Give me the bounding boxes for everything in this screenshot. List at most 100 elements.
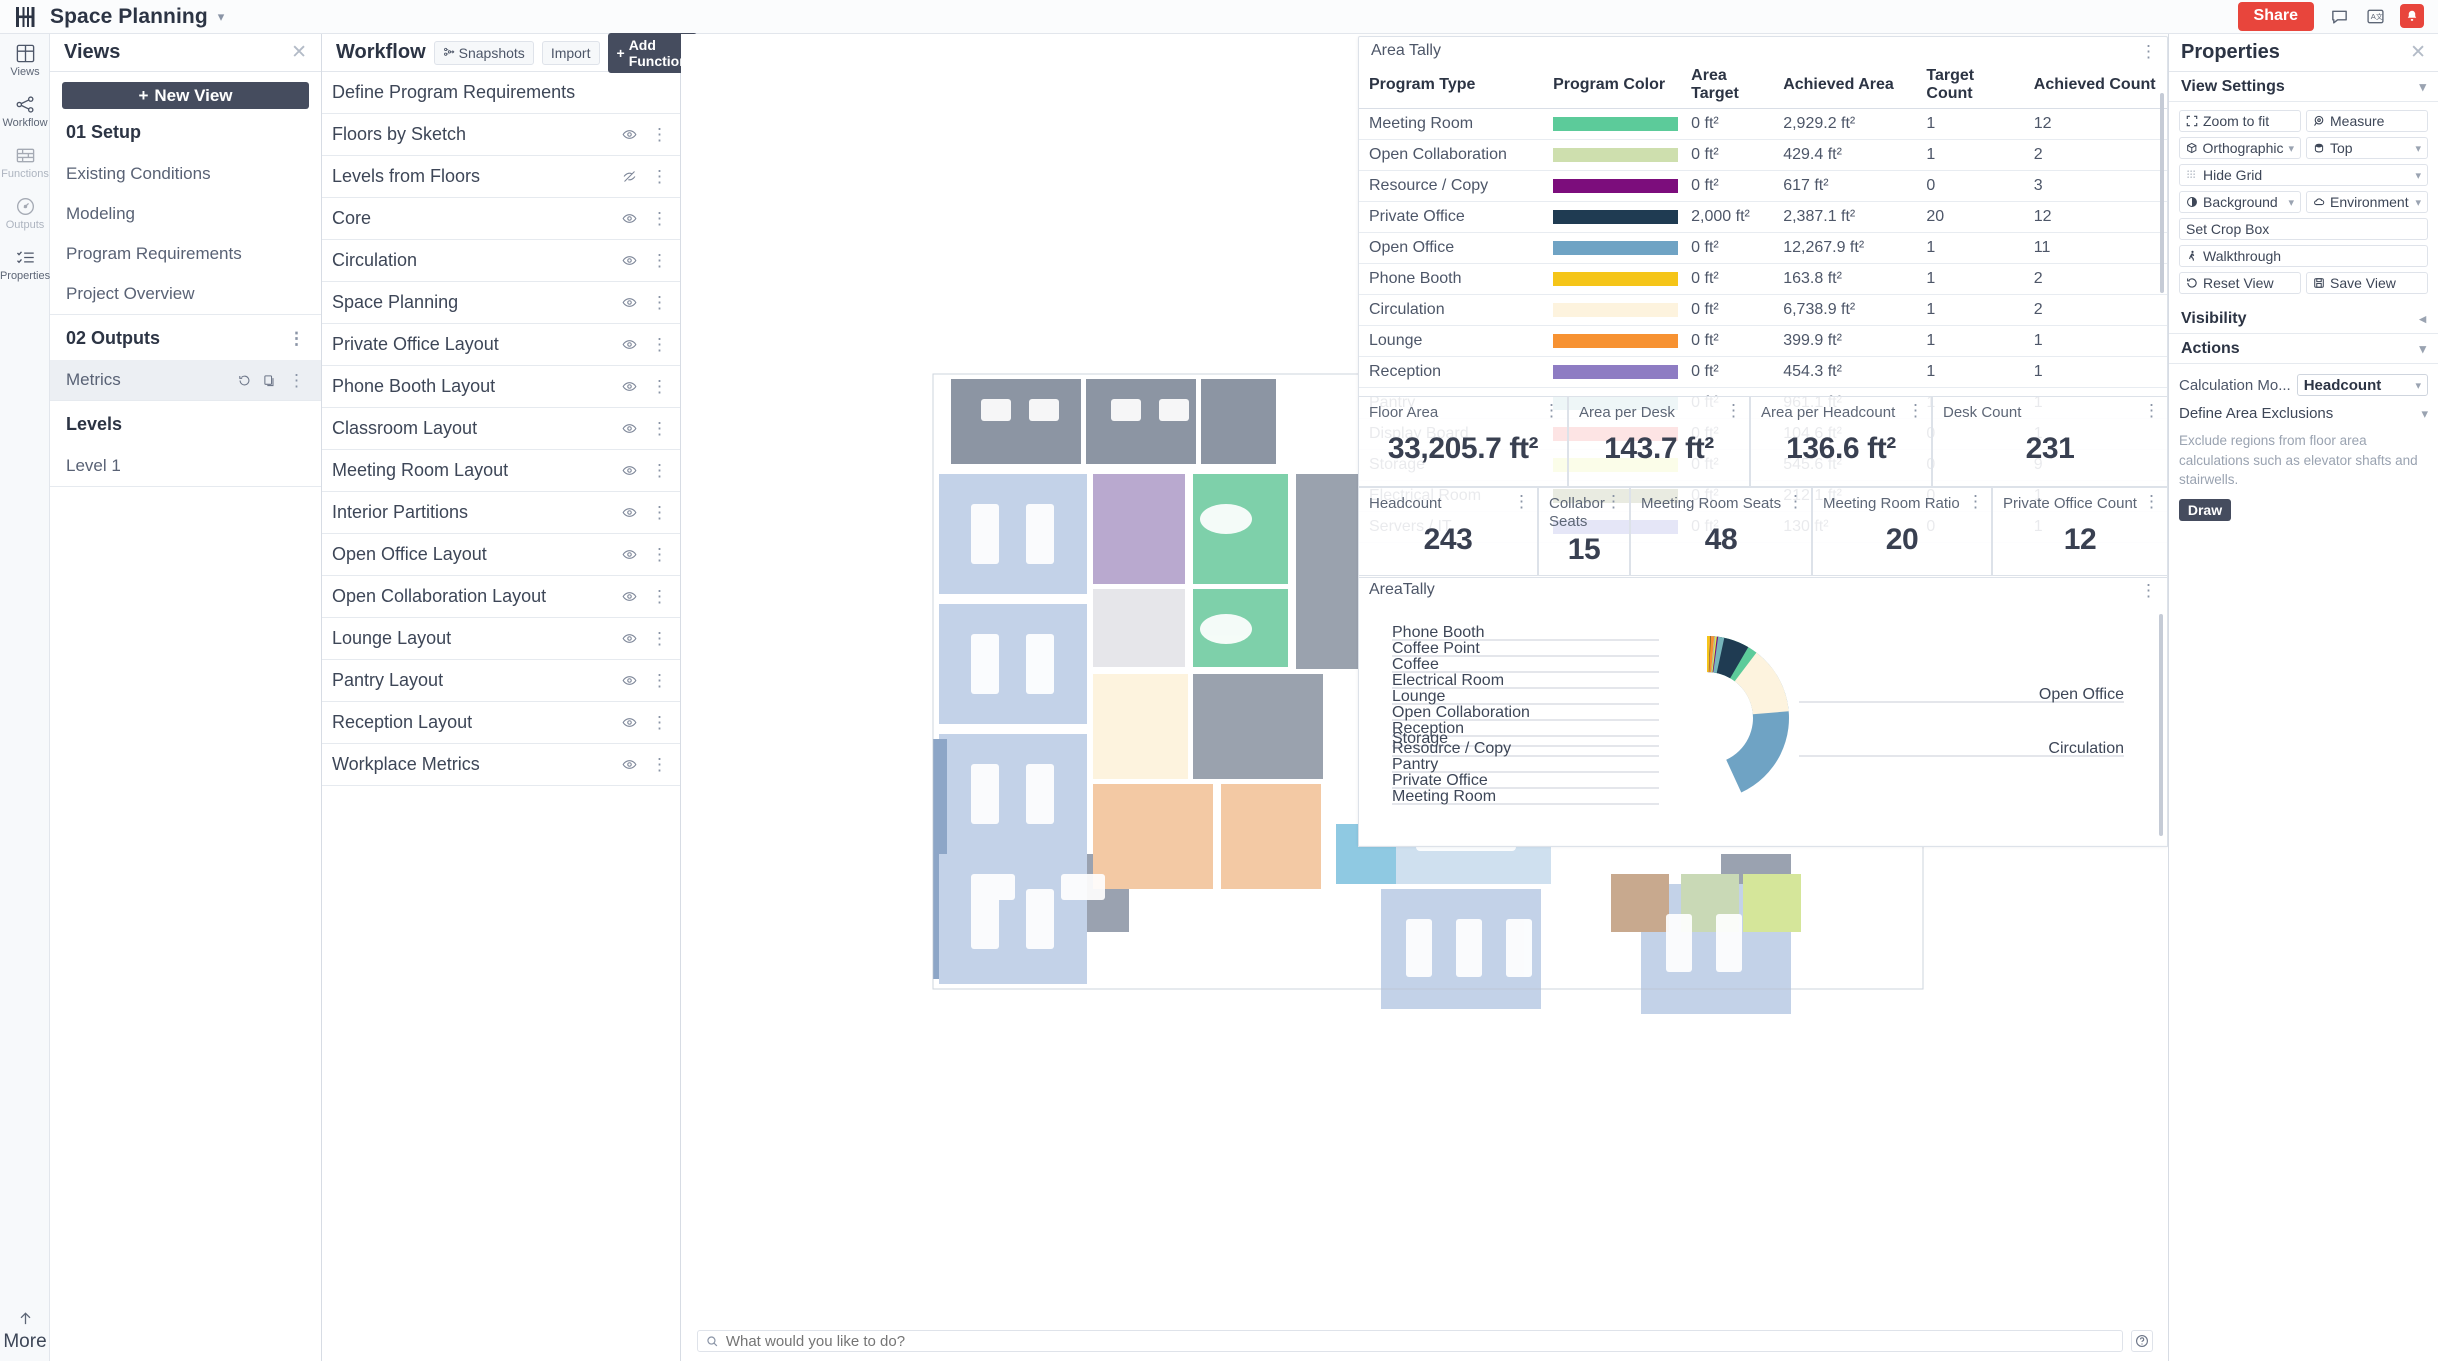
sidebar-item-views[interactable]: Views [0,34,50,85]
eye-icon[interactable] [622,631,637,646]
table-row[interactable]: Phone Booth 0 ft² 163.8 ft² 1 2 [1359,263,2167,295]
area-tally-scrollbar[interactable] [2160,93,2164,293]
eye-icon[interactable] [622,715,637,730]
table-row[interactable]: Open Collaboration 0 ft² 429.4 ft² 1 2 [1359,139,2167,171]
kebab-icon[interactable]: ⋮ [651,126,668,143]
metric-card-desk-count[interactable]: Desk Count 231 ⋮ [1932,396,2168,487]
kebab-icon[interactable]: ⋮ [2140,43,2157,60]
kebab-icon[interactable]: ⋮ [288,330,305,347]
table-row[interactable]: Circulation 0 ft² 6,738.9 ft² 1 2 [1359,294,2167,326]
camera-view-dropdown[interactable]: Top ▾ [2306,137,2428,159]
kebab-icon[interactable]: ⋮ [651,252,668,269]
sidebar-item-outputs[interactable]: Outputs [0,187,50,238]
kebab-icon[interactable]: ⋮ [1605,493,1622,510]
workflow-item-open-office-layout[interactable]: Open Office Layout ⋮ [322,534,680,576]
eye-icon[interactable] [622,547,637,562]
sidebar-item-more[interactable]: More [0,1309,50,1353]
comment-icon[interactable] [2328,5,2350,27]
kebab-icon[interactable]: ⋮ [651,756,668,773]
projection-dropdown[interactable]: Orthographic ▾ [2179,137,2301,159]
kebab-icon[interactable]: ⋮ [651,462,668,479]
view-item-project-overview[interactable]: Project Overview [62,274,309,314]
translate-icon[interactable]: A 文 [2364,5,2386,27]
kebab-icon[interactable]: ⋮ [651,294,668,311]
workflow-item-pantry-layout[interactable]: Pantry Layout ⋮ [322,660,680,702]
walkthrough-button[interactable]: Walkthrough [2179,245,2428,267]
donut-chart[interactable]: Phone BoothCoffee PointCoffeeElectrical … [1359,602,2168,847]
table-row[interactable]: Private Office 2,000 ft² 2,387.1 ft² 20 … [1359,201,2167,233]
eye-icon[interactable] [622,757,637,772]
chart-scrollbar[interactable] [2159,614,2163,836]
kebab-icon[interactable]: ⋮ [651,504,668,521]
eye-icon[interactable] [622,673,637,688]
history-icon[interactable] [238,374,251,387]
new-view-button[interactable]: + New View [62,82,309,109]
kebab-icon[interactable]: ⋮ [651,210,668,227]
help-button[interactable] [2131,1330,2153,1352]
background-dropdown[interactable]: Background ▾ [2179,191,2301,213]
snapshots-button[interactable]: Snapshots [433,40,534,65]
kebab-icon[interactable]: ⋮ [2140,582,2157,599]
sidebar-item-properties[interactable]: Properties [0,238,50,289]
eye-icon[interactable] [622,379,637,394]
actions-section-header[interactable]: Actions ▾ [2169,334,2438,364]
chevron-down-icon[interactable]: ▾ [218,9,225,25]
kebab-icon[interactable]: ⋮ [651,168,668,185]
table-row[interactable]: Lounge 0 ft² 399.9 ft² 1 1 [1359,325,2167,357]
eye-icon[interactable] [622,589,637,604]
hide-grid-dropdown[interactable]: Hide Grid ▾ [2179,164,2428,186]
close-icon[interactable]: ✕ [291,43,307,62]
table-row[interactable]: Reception 0 ft² 454.3 ft² 1 1 [1359,356,2167,388]
kebab-icon[interactable]: ⋮ [1725,402,1742,419]
measure-button[interactable]: Measure [2306,110,2428,132]
table-row[interactable]: Resource / Copy 0 ft² 617 ft² 0 3 [1359,170,2167,202]
workflow-item-levels-from-floors[interactable]: Levels from Floors ⋮ [322,156,680,198]
eye-off-icon[interactable] [622,169,637,184]
draw-button[interactable]: Draw [2179,498,2231,521]
chevron-down-icon[interactable]: ▾ [2421,406,2428,422]
workflow-item-interior-partitions[interactable]: Interior Partitions ⋮ [322,492,680,534]
hypar-logo-icon[interactable] [0,6,50,28]
kebab-icon[interactable]: ⋮ [1513,493,1530,510]
kebab-icon[interactable]: ⋮ [1543,402,1560,419]
sidebar-item-functions[interactable]: Functions [0,136,50,187]
environment-dropdown[interactable]: Environment ▾ [2306,191,2428,213]
workflow-item-core[interactable]: Core ⋮ [322,198,680,240]
notification-avatar[interactable] [2400,4,2424,29]
view-item-metrics[interactable]: Metrics ⋮ [50,360,321,400]
table-row[interactable]: Meeting Room 0 ft² 2,929.2 ft² 1 12 [1359,108,2167,140]
define-area-exclusions-header[interactable]: Define Area Exclusions ▾ [2179,405,2428,422]
kebab-icon[interactable]: ⋮ [651,672,668,689]
metric-card-meeting-room-seats[interactable]: Meeting Room Seats 48 ⋮ [1630,487,1812,576]
import-button[interactable]: Import [541,40,600,65]
workflow-item-workplace-metrics[interactable]: Workplace Metrics ⋮ [322,744,680,786]
view-settings-section-header[interactable]: View Settings ▾ [2169,72,2438,102]
metric-card-floor-area[interactable]: Floor Area 33,205.7 ft² ⋮ [1358,396,1568,487]
eye-icon[interactable] [622,337,637,352]
kebab-icon[interactable]: ⋮ [651,420,668,437]
kebab-icon[interactable]: ⋮ [1967,493,1984,510]
reset-view-button[interactable]: Reset View [2179,272,2301,294]
set-crop-box-button[interactable]: Set Crop Box [2179,218,2428,240]
metric-card-area-per-headcount[interactable]: Area per Headcount 136.6 ft² ⋮ [1750,396,1932,487]
workflow-item-meeting-room-layout[interactable]: Meeting Room Layout ⋮ [322,450,680,492]
workflow-item-private-office-layout[interactable]: Private Office Layout ⋮ [322,324,680,366]
view-item-modeling[interactable]: Modeling [62,194,309,234]
kebab-icon[interactable]: ⋮ [1787,493,1804,510]
chevron-down-icon[interactable]: ▾ [2419,341,2426,357]
kebab-icon[interactable]: ⋮ [651,588,668,605]
eye-icon[interactable] [622,211,637,226]
kebab-icon[interactable]: ⋮ [651,378,668,395]
workflow-item-classroom-layout[interactable]: Classroom Layout ⋮ [322,408,680,450]
eye-icon[interactable] [622,295,637,310]
workflow-item-phone-booth-layout[interactable]: Phone Booth Layout ⋮ [322,366,680,408]
save-view-button[interactable]: Save View [2306,272,2428,294]
workflow-item-circulation[interactable]: Circulation ⋮ [322,240,680,282]
kebab-icon[interactable]: ⋮ [651,336,668,353]
metric-card-meeting-room-ratio[interactable]: Meeting Room Ratio 20 ⋮ [1812,487,1992,576]
calculation-mode-select[interactable]: Headcount ▾ [2296,374,2428,396]
view-item-program-requirements[interactable]: Program Requirements [62,234,309,274]
eye-icon[interactable] [622,463,637,478]
workflow-item-reception-layout[interactable]: Reception Layout ⋮ [322,702,680,744]
zoom-to-fit-button[interactable]: Zoom to fit [2179,110,2301,132]
